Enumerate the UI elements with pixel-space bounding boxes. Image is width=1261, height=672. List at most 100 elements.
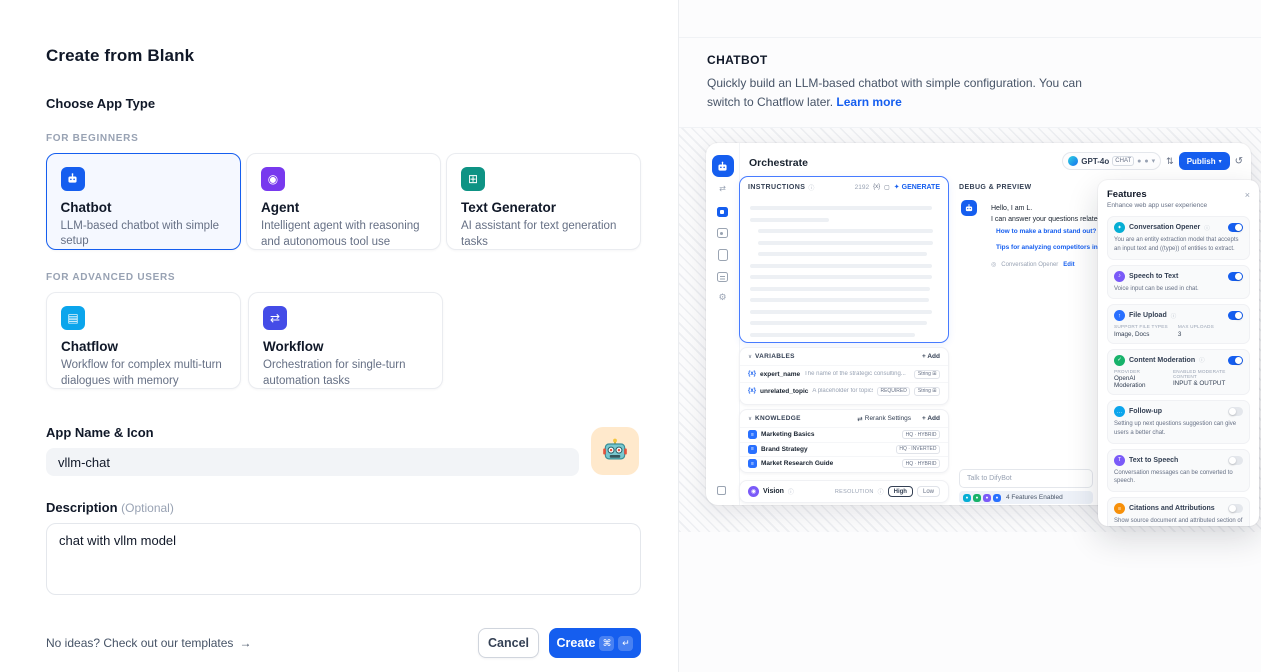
speech-to-text-icon: ♪ [1114,271,1125,282]
kv-key: ENABLED MODERATE CONTENT [1173,369,1243,379]
speech-mini-icon: ● [983,494,991,502]
choose-app-type-label: Choose App Type [46,96,641,111]
file-upload-icon: ↑ [1114,310,1125,321]
sparkle-icon: ✦ [894,183,900,191]
app-type-card-chatflow[interactable]: ▤ Chatflow Workflow for complex multi-tu… [46,292,241,389]
mock-publish-button: Publish ▾ [1179,152,1230,170]
mock-model-selector: GPT-4o CHAT ● ● ▾ [1062,152,1161,170]
info-icon: ⓘ [808,183,814,192]
kv-key: PROVIDER [1114,369,1163,374]
feature-toggle [1228,456,1243,465]
description-textarea[interactable]: chat with vllm model [46,523,641,595]
feature-desc: Setting up next questions suggestion can… [1114,420,1243,437]
suggested-question: How to make a brand stand out? [996,228,1096,235]
chevron-down-icon: ∨ [748,416,752,422]
opener-meta-label: Conversation Opener [1001,262,1058,268]
arrow-right-icon: → [239,636,251,650]
mock-orchestrate-title: Orchestrate [749,157,808,169]
description-label-text: Description [46,500,118,515]
knowledge-tag-chip: HQ · HYBRID [902,459,940,468]
moderation-mini-icon: ● [973,494,981,502]
features-subtitle: Enhance web app user experience [1107,202,1250,209]
mock-app-robot-icon [712,155,734,177]
card-title: Chatbot [61,200,227,215]
card-title: Agent [261,200,426,215]
opener-edit-link: Edit [1063,262,1074,268]
knowledge-tag-chip: HQ · HYBRID [902,430,940,439]
mock-char-count: 2192 [855,184,869,191]
preview-blurb: Quickly build an LLM-based chatbot with … [707,74,1117,111]
app-name-label: App Name & Icon [46,425,641,440]
feature-name: Follow-up [1129,408,1162,415]
feature-toggle [1228,407,1243,416]
create-app-dialog: Create from Blank Choose App Type FOR BE… [0,0,1261,672]
mock-model-name: GPT-4o [1081,157,1109,166]
chatflow-icon: ▤ [61,306,85,330]
text-to-speech-icon: T [1114,455,1125,466]
learn-more-link[interactable]: Learn more [836,95,901,109]
chevron-down-icon: ∨ [748,354,752,360]
resolution-label: RESOLUTION [835,489,874,495]
kv-key: MAX UPLOADS [1178,324,1214,329]
mock-chevron-down-icon: ▾ [1152,157,1156,165]
mock-vision-row: ◉ Vision ⓘ RESOLUTION ⓘ High Low [739,480,949,503]
kv-key: SUPPORT FILE TYPES [1114,324,1168,329]
feature-name: File Upload [1129,312,1167,319]
card-desc: LLM-based chatbot with simple setup [61,219,227,250]
info-icon: ⓘ [788,487,794,496]
feature-toggle [1228,504,1243,513]
mock-nav-orchestrate-icon [717,207,728,217]
feature-desc: You are an entity extraction model that … [1114,236,1243,253]
conversation-opener-icon: ✦ [1114,222,1125,233]
app-type-card-chatbot[interactable]: Chatbot LLM-based chatbot with simple se… [46,153,241,250]
mock-nav-gear-icon: ⚙ [718,292,726,303]
create-button-label: Create [557,636,596,650]
variable-token-icon: {x} [873,184,880,190]
mock-knowledge-add-button: + Add [922,415,940,422]
variable-desc: A placeholder for topics... [812,388,873,394]
mock-debug-preview-title: DEBUG & PREVIEW [959,184,1032,191]
templates-link[interactable]: No ideas? Check out our templates → [46,636,251,650]
opener-mini-icon: ● [963,494,971,502]
app-type-preview-panel: CHATBOT Quickly build an LLM-based chatb… [678,0,1261,672]
feature-conversation-opener: ✦ Conversation Opener ⓘ You are an entit… [1107,216,1250,259]
feature-toggle [1228,311,1243,320]
variable-desc: The name of the strategic consulting... [804,371,910,377]
mock-nav-image-icon [717,228,728,238]
app-name-row [46,448,641,476]
variable-name: expert_name [760,371,800,378]
app-type-card-text-generator[interactable]: ⊞ Text Generator AI assistant for text g… [446,153,641,250]
card-title: Workflow [263,339,428,354]
app-type-card-workflow[interactable]: ⇄ Workflow Orchestration for single-turn… [248,292,443,389]
rerank-label: Rerank Settings [865,415,911,422]
mock-instructions-panel: INSTRUCTIONS ⓘ 2192 {x} ▢ ✦ GENERATE [739,176,949,343]
modal-footer: No ideas? Check out our templates → Canc… [46,628,641,658]
app-name-input[interactable] [46,448,579,476]
preview-hatched-area: ⇄ ⚙ Orchestrate GPT-4o CHAT [679,127,1261,532]
app-icon-robot-emoji[interactable] [591,427,639,475]
card-desc: Orchestration for single-turn automation… [263,358,428,389]
feature-toggle [1228,272,1243,281]
mock-history-icon: ↺ [1235,156,1243,167]
mock-rerank-settings: ⇄ Rerank Settings [857,415,911,423]
description-optional-text: (Optional) [121,501,174,515]
mock-generate-button: ✦ GENERATE [894,183,940,191]
app-type-card-agent[interactable]: ◉ Agent Intelligent agent with reasoning… [246,153,441,250]
mock-generate-label: GENERATE [902,184,940,191]
create-button[interactable]: Create ⌘ ↵ [549,628,641,658]
variable-name: unrelated_topic [760,388,808,395]
variable-token-icon: {x} [748,388,756,394]
knowledge-row: ≡ Market Research Guide HQ · HYBRID [740,456,948,471]
workflow-icon: ⇄ [263,306,287,330]
info-icon: ⓘ [878,487,884,496]
knowledge-row: ≡ Brand Strategy HQ · INVERTED [740,442,948,457]
mock-gear-icon: ● [1144,158,1148,165]
kv-value: 3 [1178,331,1214,338]
feature-toggle [1228,356,1243,365]
page-title: Create from Blank [46,46,641,66]
mock-bot-avatar [961,200,977,216]
feature-name: Citations and Attributions [1129,505,1215,512]
feature-toggle [1228,223,1243,232]
mock-model-mode-badge: CHAT [1112,156,1134,166]
cancel-button[interactable]: Cancel [478,628,539,658]
